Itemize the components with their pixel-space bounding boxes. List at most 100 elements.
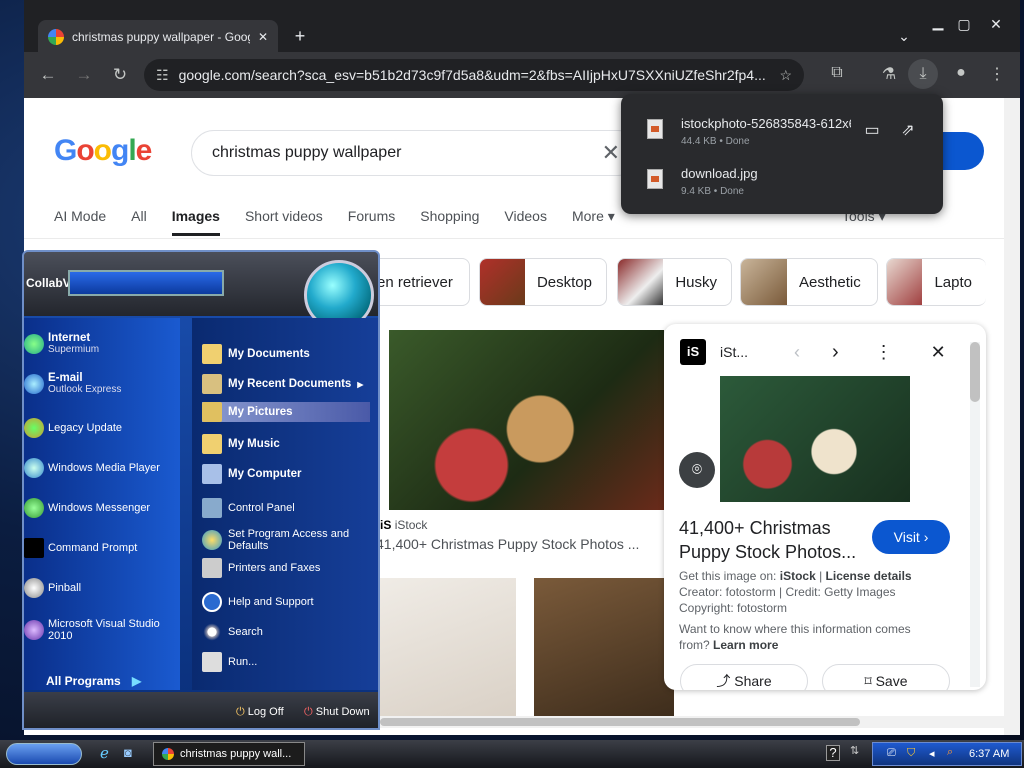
tab-shopping[interactable]: Shopping [420,208,479,236]
start-item-legacy-update[interactable]: Legacy Update [24,418,122,438]
start-item-visual-studio[interactable]: Microsoft Visual Studio 2010 [24,618,174,642]
quicklaunch-icon[interactable]: ◙ [124,745,132,760]
extensions-icon[interactable]: ⧉ [822,64,852,82]
back-icon[interactable]: ← [30,65,66,85]
page-scrollbar[interactable] [1004,98,1020,735]
get-image-source[interactable]: iStock [780,569,816,583]
start-menu: CollabVM Internet Supermium E-mail Outlook… [22,250,380,730]
tray-expand-icon[interactable]: ⇅ [850,744,859,757]
start-item-my-documents[interactable]: My Documents [202,344,310,364]
tab-more[interactable]: More ▾ [572,208,615,236]
start-item-command-prompt[interactable]: Command Prompt [24,538,137,558]
taskbar-chrome-button[interactable]: christmas puppy wall... [153,742,305,766]
downloads-icon[interactable]: ⤓ [908,59,938,89]
more-options-icon[interactable]: ⋮ [875,342,893,363]
panel-scrollbar[interactable] [970,342,980,687]
start-item-pinball[interactable]: Pinball [24,578,81,598]
tab-ai-mode[interactable]: AI Mode [54,208,106,236]
log-off-button[interactable]: ⏻ Log Off [236,706,284,719]
result-title[interactable]: 41,400+ Christmas Puppy Stock Photos ... [376,536,639,552]
start-item-search[interactable]: Search [202,622,263,642]
panel-source[interactable]: iSt... [720,344,780,360]
start-item-messenger[interactable]: Windows Messenger [24,498,150,518]
start-item-control-panel[interactable]: Control Panel [202,498,295,518]
new-tab-button[interactable]: + [288,26,312,47]
close-panel-icon[interactable]: ✕ [931,342,946,363]
start-item-my-pictures[interactable]: My Pictures [202,402,370,422]
learn-more-link[interactable]: Learn more [713,638,778,652]
chip-desktop[interactable]: Desktop [479,258,607,306]
site-info-icon[interactable]: ☷ [156,67,169,84]
shut-down-button[interactable]: ⏻ Shut Down [304,706,370,719]
chip-label: Husky [675,273,717,291]
start-item-program-access[interactable]: Set Program Access and Defaults [202,528,362,552]
maximize-icon[interactable]: ▢ [952,16,976,33]
prev-icon[interactable]: ‹ [794,342,800,363]
tab-search-icon[interactable]: ⌄ [892,28,916,45]
horizontal-scrollbar[interactable] [380,716,1004,728]
browser-tab[interactable]: christmas puppy wallpaper - Goog ✕ [38,20,278,54]
tab-close-icon[interactable]: ✕ [258,30,268,44]
search-tray-icon[interactable]: ⌕ [947,746,953,759]
security-shield-icon[interactable]: ⛉ [907,747,915,760]
start-item-my-music[interactable]: My Music [202,434,280,454]
help-icon [202,592,222,612]
labs-flask-icon[interactable]: ⚗ [874,64,904,84]
google-favicon-icon [48,29,64,45]
start-item-email[interactable]: E-mail Outlook Express [24,372,121,395]
panel-image[interactable] [720,376,910,502]
download-item[interactable]: istockphoto-526835843-612x612 44.4 KB • … [621,102,943,158]
search-query: christmas puppy wallpaper [212,144,402,161]
network-icon[interactable]: ⎚ [887,747,896,760]
result-image-reindeer-poodle[interactable] [534,578,674,728]
reload-icon[interactable]: ↻ [102,65,138,85]
bookmark-star-icon[interactable]: ☆ [779,67,792,84]
item-title: Windows Media Player [48,462,160,474]
minimize-icon[interactable]: ▁ [926,14,950,31]
google-lens-icon[interactable]: ⌾ [679,452,715,488]
chip-laptop[interactable]: Lapto [886,258,986,306]
show-in-folder-icon[interactable]: ▭ [861,120,883,140]
start-item-printers[interactable]: Printers and Faxes [202,558,320,578]
download-filename: download.jpg [681,166,758,181]
panel-title[interactable]: 41,400+ Christmas Puppy Stock Photos... [679,516,864,564]
start-item-media-player[interactable]: Windows Media Player [24,458,160,478]
start-item-run[interactable]: Run... [202,652,257,672]
address-bar[interactable]: ☷ google.com/search?sca_esv=b51b2d73c9f7… [144,59,804,91]
item-title: Printers and Faxes [228,562,321,574]
open-external-icon[interactable]: ⇗ [897,120,919,140]
close-window-icon[interactable]: ✕ [984,16,1008,33]
next-icon[interactable]: › [832,341,839,364]
chip-husky[interactable]: Husky [617,258,732,306]
start-item-my-computer[interactable]: My Computer [202,464,301,484]
menu-kebab-icon[interactable]: ⋮ [982,64,1012,84]
share-button[interactable]: ⤴ Share [680,664,808,690]
license-details-link[interactable]: License details [826,569,912,583]
all-programs-button[interactable]: All Programs ▶ [46,674,141,688]
tab-forums[interactable]: Forums [348,208,395,236]
start-button[interactable] [6,743,82,765]
result-image-puppy[interactable] [389,330,664,510]
volume-icon[interactable]: ◂ [929,747,935,760]
save-button[interactable]: ⌑ Save [822,664,950,690]
chip-aesthetic[interactable]: Aesthetic [740,258,878,306]
search-box[interactable]: christmas puppy wallpaper ✕ [191,130,641,176]
google-logo[interactable]: Google [54,134,152,168]
tab-videos[interactable]: Videos [504,208,547,236]
ie-quicklaunch-icon[interactable]: ℯ [100,744,109,762]
visit-button[interactable]: Visit › [872,520,950,554]
profile-icon[interactable]: ● [946,64,976,82]
tab-images[interactable]: Images [171,208,220,236]
result-image-reindeer-puppies[interactable] [376,578,516,728]
tab-all[interactable]: All [131,208,147,236]
tab-short-videos[interactable]: Short videos [245,208,323,236]
header-bar [68,270,224,296]
help-tray-icon[interactable]: ? [826,745,840,761]
start-item-help[interactable]: Help and Support [202,592,314,612]
chip-golden-retriever[interactable]: en retriever [370,258,470,306]
start-item-recent-documents[interactable]: My Recent Documents ▸ [202,374,363,394]
forward-icon[interactable]: → [66,65,102,85]
download-item[interactable]: download.jpg 9.4 KB • Done [621,152,943,208]
clear-search-icon[interactable]: ✕ [602,140,620,166]
start-item-internet[interactable]: Internet Supermium [24,332,99,355]
